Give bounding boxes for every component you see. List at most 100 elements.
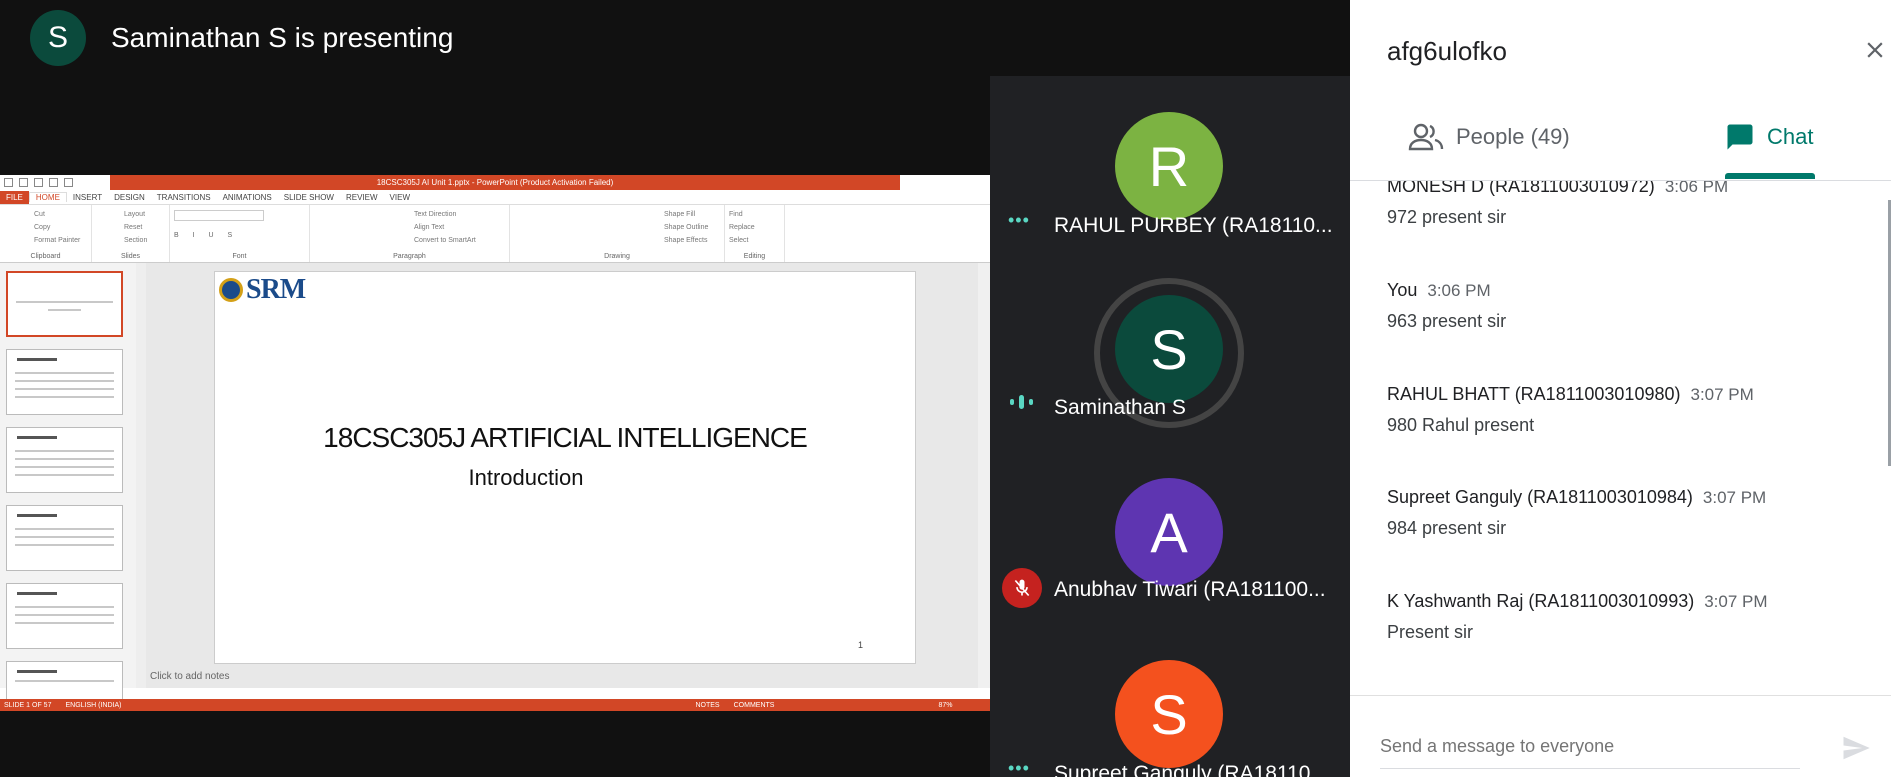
slide-canvas[interactable]: SRM 18CSC305J ARTIFICIAL INTELLIGENCE In… — [214, 271, 916, 664]
quick-access-toolbar[interactable] — [0, 175, 110, 190]
chat-message: You 3:06 PM 963 present sir — [1387, 280, 1867, 332]
srm-logo: SRM — [219, 274, 306, 306]
people-icon — [1408, 123, 1444, 151]
slide-thumbnail[interactable] — [6, 583, 123, 649]
active-tab-indicator — [1725, 173, 1815, 179]
slide-thumbnails — [0, 263, 146, 711]
ribbon-tab-design[interactable]: DESIGN — [108, 193, 151, 202]
message-text: Present sir — [1387, 622, 1474, 642]
screen-share[interactable]: 18CSC305J AI Unit 1.pptx - PowerPoint (P… — [0, 175, 990, 711]
tab-chat-label: Chat — [1767, 124, 1814, 149]
message-sender: Supreet Ganguly (RA1811003010984) — [1387, 487, 1693, 507]
ribbon-tab-animations[interactable]: ANIMATIONS — [217, 193, 278, 202]
close-icon — [1867, 42, 1883, 58]
section-button[interactable]: Section — [96, 234, 165, 247]
mic-off-icon — [1002, 568, 1042, 608]
ppt-status-bar: SLIDE 1 OF 57 ENGLISH (INDIA) NOTES COMM… — [0, 699, 990, 711]
message-sender: K Yashwanth Raj (RA1811003010993) — [1387, 591, 1695, 611]
ribbon-group-slides: Layout Reset Section Slides — [92, 205, 170, 262]
notes-placeholder[interactable]: Click to add notes — [150, 671, 230, 682]
slide-thumbnail[interactable] — [6, 505, 123, 571]
participant-name: Supreet Ganguly (RA18110... — [1054, 762, 1328, 777]
shape-outline-button[interactable]: Shape Outline — [514, 221, 720, 234]
message-time: 3:06 PM — [1427, 281, 1491, 300]
cut-button[interactable]: Cut — [4, 208, 87, 221]
ribbon-group-clipboard: Cut Copy Format Painter Clipboard — [0, 205, 92, 262]
select-button[interactable]: Select — [729, 234, 780, 247]
font-name-select[interactable] — [174, 210, 264, 221]
chat-message-input[interactable] — [1380, 736, 1800, 757]
chat-message: MONESH D (RA1811003010972) 3:06 PM 972 pr… — [1387, 181, 1867, 228]
slide-thumbnail[interactable] — [6, 349, 123, 415]
send-button[interactable] — [1838, 730, 1874, 766]
status-zoom[interactable]: 87% — [938, 702, 952, 709]
ribbon-tab-file[interactable]: FILE — [0, 190, 29, 204]
ribbon-group-paragraph: Text Direction Align Text Convert to Sma… — [310, 205, 510, 262]
participant-tile[interactable]: R ••• RAHUL PURBEY (RA18110... — [990, 76, 1350, 258]
speaking-indicator-icon: ••• — [1008, 210, 1030, 230]
participant-tile[interactable]: A Anubhav Tiwari (RA181100... — [990, 440, 1350, 622]
tab-people[interactable]: People (49) — [1408, 122, 1570, 152]
window-controls[interactable] — [900, 175, 990, 190]
ribbon-tab-transitions[interactable]: TRANSITIONS — [151, 193, 217, 202]
group-label-editing: Editing — [743, 253, 766, 260]
replace-button[interactable]: Replace — [729, 221, 780, 234]
chat-messages[interactable]: MONESH D (RA1811003010972) 3:06 PM 972 pr… — [1350, 181, 1891, 695]
ribbon-tab-insert[interactable]: INSERT — [67, 193, 108, 202]
align-text-button[interactable]: Align Text — [314, 221, 505, 234]
speaking-indicator-icon — [1008, 394, 1036, 415]
message-text: 963 present sir — [1387, 311, 1507, 331]
slide-scrollbar[interactable] — [978, 263, 990, 688]
ribbon-tab-slideshow[interactable]: SLIDE SHOW — [278, 193, 340, 202]
speaking-indicator-icon: ••• — [1008, 758, 1030, 777]
status-slide-count: SLIDE 1 OF 57 — [4, 701, 52, 709]
group-label-paragraph: Paragraph — [393, 253, 426, 260]
thumbnail-scrollbar[interactable] — [136, 263, 146, 688]
slide-number: 1 — [857, 640, 863, 650]
message-text: 972 present sir — [1387, 207, 1507, 227]
tab-people-label: People (49) — [1456, 124, 1570, 149]
participant-name: Saminathan S — [1054, 396, 1186, 419]
slide-thumbnail[interactable] — [6, 271, 123, 337]
ribbon-group-editing: Find Replace Select Editing — [725, 205, 785, 262]
close-panel-button[interactable] — [1859, 32, 1891, 68]
shape-fill-button[interactable]: Shape Fill — [514, 208, 720, 221]
ribbon-group-drawing: Shape Fill Shape Outline Shape Effects D… — [510, 205, 725, 262]
divider — [1350, 695, 1891, 696]
slide-thumbnail[interactable] — [6, 427, 123, 493]
message-time: 3:06 PM — [1664, 181, 1729, 196]
shape-effects-button[interactable]: Shape Effects — [514, 234, 720, 247]
slide-subtitle: Introduction — [468, 465, 584, 490]
reset-button[interactable]: Reset — [96, 221, 165, 234]
copy-button[interactable]: Copy — [4, 221, 87, 234]
group-label-drawing: Drawing — [604, 253, 630, 260]
participant-name: Anubhav Tiwari (RA181100... — [1054, 578, 1326, 601]
ppt-ribbon-tabs: FILE HOME INSERT DESIGN TRANSITIONS ANIM… — [0, 190, 990, 205]
format-painter-button[interactable]: Format Painter — [4, 234, 87, 247]
text-direction-button[interactable]: Text Direction — [314, 208, 505, 221]
ribbon-tab-view[interactable]: VIEW — [384, 193, 416, 202]
group-label-slides: Slides — [120, 253, 141, 260]
convert-smartart-button[interactable]: Convert to SmartArt — [314, 234, 505, 247]
layout-button[interactable]: Layout — [96, 208, 165, 221]
tab-chat[interactable]: Chat — [1725, 122, 1813, 152]
find-button[interactable]: Find — [729, 208, 780, 221]
meeting-code: afg6ulofko — [1387, 36, 1507, 66]
message-sender: MONESH D (RA1811003010972) — [1387, 181, 1655, 196]
participant-tile[interactable]: S ••• Supreet Ganguly (RA18110... — [990, 622, 1350, 777]
participant-tiles: R ••• RAHUL PURBEY (RA18110... S Saminat… — [990, 76, 1350, 777]
ribbon-tab-review[interactable]: REVIEW — [340, 193, 384, 202]
participant-tile[interactable]: S Saminathan S — [990, 258, 1350, 440]
ppt-window-title: 18CSC305J AI Unit 1.pptx - PowerPoint (P… — [376, 178, 614, 187]
participant-name: RAHUL PURBEY (RA18110... — [1054, 214, 1333, 237]
message-time: 3:07 PM — [1702, 488, 1767, 507]
font-format-buttons[interactable]: B I U S — [174, 229, 305, 242]
message-time: 3:07 PM — [1704, 592, 1768, 611]
participant-avatar: A — [1115, 478, 1223, 586]
status-comments-button[interactable]: COMMENTS — [734, 702, 775, 709]
ribbon-tab-home[interactable]: HOME — [28, 192, 67, 202]
chat-message: K Yashwanth Raj (RA1811003010993) 3:07 PM… — [1387, 591, 1867, 643]
group-label-clipboard: Clipboard — [30, 253, 61, 260]
ppt-ribbon: Cut Copy Format Painter Clipboard Layout… — [0, 205, 990, 263]
status-notes-button[interactable]: NOTES — [695, 702, 719, 709]
